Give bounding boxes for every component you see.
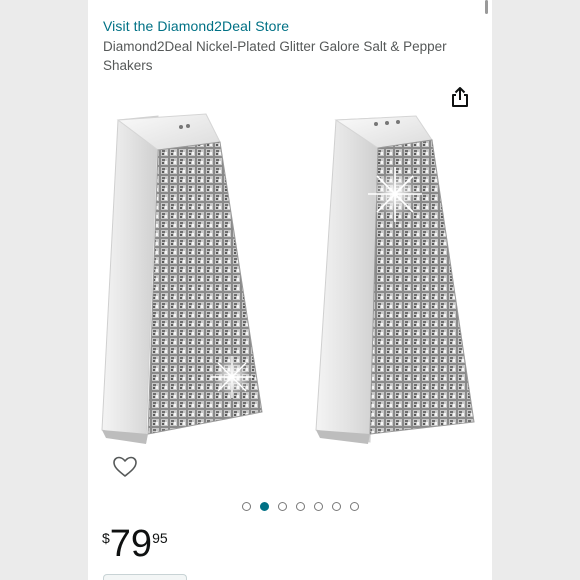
price-fraction: 95 [152,530,168,546]
product-page: Visit the Diamond2Deal Store Diamond2Dea… [88,0,492,580]
pagination-dot[interactable] [331,502,341,511]
pagination-dot[interactable] [241,502,251,511]
heart-icon [113,456,137,477]
share-icon [452,87,468,107]
pagination-dot[interactable] [277,502,287,511]
pagination-dot[interactable] [349,502,359,511]
pepper-shaker [315,115,475,444]
pagination-dot[interactable] [259,502,269,511]
price-currency-symbol: $ [102,530,110,546]
quantity-selector[interactable] [103,574,187,580]
wishlist-button[interactable] [112,455,138,479]
price-whole: 79 [109,523,153,565]
store-link[interactable]: Visit the Diamond2Deal Store [103,18,289,34]
product-image [101,113,475,444]
pagination-dot[interactable] [313,502,323,511]
price: $7995 [102,522,168,566]
share-button[interactable] [450,86,470,108]
product-title: Diamond2Deal Nickel-Plated Glitter Galor… [103,39,447,73]
salt-shaker [101,113,263,444]
image-pagination [88,502,492,514]
scrollbar[interactable] [485,0,488,14]
product-image-gallery[interactable] [88,112,492,452]
pagination-dot[interactable] [295,502,305,511]
